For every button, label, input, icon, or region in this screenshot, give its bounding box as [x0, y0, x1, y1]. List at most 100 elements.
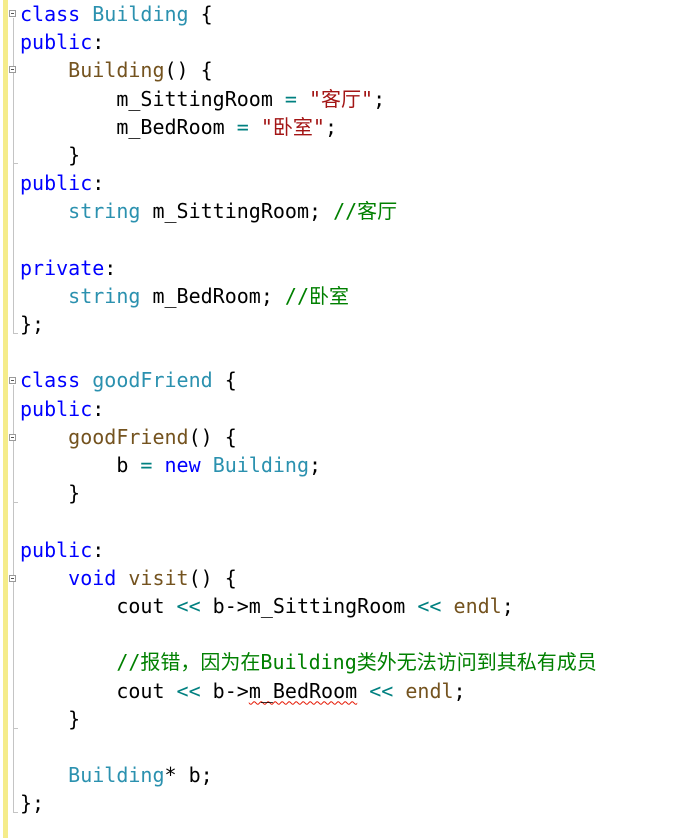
- code-token: :: [92, 30, 105, 55]
- code-line[interactable]: Building() {: [20, 56, 597, 84]
- identifier-token: Building: [68, 58, 165, 83]
- identifier-token: visit: [128, 565, 189, 590]
- operator-token: <<: [176, 678, 201, 703]
- code-line[interactable]: cout << b->m_SittingRoom << endl;: [20, 592, 597, 620]
- identifier-token: goodFriend: [68, 424, 189, 449]
- type-token: Building: [212, 453, 310, 477]
- collapse-constructor-building-icon[interactable]: [9, 66, 16, 73]
- identifier-token: endl: [453, 593, 502, 618]
- fold-end-tick: [13, 728, 18, 729]
- code-token: :: [92, 537, 105, 562]
- operator-token: =: [236, 114, 249, 139]
- operator-token: <<: [176, 593, 201, 618]
- code-token: };: [20, 791, 45, 816]
- operator-token: =: [140, 453, 153, 477]
- code-token: b->m_SittingRoom: [200, 593, 418, 618]
- type-token: Building: [68, 763, 165, 788]
- code-token: :: [92, 171, 105, 196]
- type-token: Building: [92, 2, 189, 26]
- fold-end-tick: [13, 333, 18, 334]
- code-line[interactable]: class goodFriend {: [20, 366, 597, 394]
- code-line[interactable]: //报错，因为在Building类外无法访问到其私有成员: [20, 648, 597, 676]
- code-token: :: [92, 396, 105, 421]
- code-token: ;: [324, 114, 337, 139]
- code-token: ;: [309, 453, 322, 477]
- change-tracking-bar: [3, 0, 8, 838]
- code-line[interactable]: public:: [20, 536, 597, 564]
- keyword-token: private: [20, 255, 105, 280]
- keyword-token: public: [20, 396, 93, 421]
- code-line[interactable]: void visit() {: [20, 564, 597, 592]
- code-line[interactable]: public:: [20, 28, 597, 56]
- fold-end-tick: [13, 163, 18, 164]
- code-line[interactable]: string m_BedRoom; //卧室: [20, 282, 597, 310]
- comment-token: //卧室: [284, 283, 350, 308]
- code-line[interactable]: class Building {: [20, 0, 597, 28]
- code-token: ;: [373, 86, 386, 111]
- code-line[interactable]: string m_SittingRoom; //客厅: [20, 197, 597, 225]
- code-line[interactable]: ​: [20, 620, 597, 648]
- keyword-token: class: [20, 368, 81, 393]
- collapse-constructor-goodfriend-icon[interactable]: [9, 434, 16, 441]
- code-line[interactable]: ​: [20, 507, 597, 535]
- code-token: ;: [501, 593, 514, 618]
- code-token: {: [188, 2, 213, 26]
- code-line[interactable]: public:: [20, 169, 597, 197]
- code-line[interactable]: Building* b;: [20, 761, 597, 789]
- code-line[interactable]: cout << b->m_BedRoom << endl;: [20, 677, 597, 705]
- code-line[interactable]: goodFriend() {: [20, 423, 597, 451]
- code-line[interactable]: private:: [20, 254, 597, 282]
- code-line[interactable]: }: [20, 141, 597, 169]
- code-text-area[interactable]: class Building {public: Building() { m_S…: [20, 0, 597, 817]
- fold-end-tick: [13, 502, 18, 503]
- code-token: b: [20, 453, 141, 477]
- keyword-token: public: [20, 171, 93, 196]
- collapse-class-goodfriend-icon[interactable]: [9, 377, 16, 384]
- fold-region-line: [13, 385, 14, 812]
- code-token: };: [20, 312, 45, 337]
- code-line[interactable]: m_BedRoom = "卧室";: [20, 113, 597, 141]
- code-line[interactable]: }: [20, 705, 597, 733]
- code-line[interactable]: public:: [20, 395, 597, 423]
- code-token: ;: [453, 678, 466, 703]
- type-token: goodFriend: [92, 368, 213, 393]
- code-token: () {: [188, 424, 237, 449]
- string-literal-token: "卧室": [260, 114, 325, 139]
- operator-token: <<: [417, 593, 442, 618]
- operator-token: =: [284, 86, 297, 111]
- keyword-token: public: [20, 537, 93, 562]
- comment-token: //报错，因为在Building类外无法访问到其私有成员: [116, 650, 597, 675]
- code-token: () {: [188, 565, 237, 590]
- code-token: m_BedRoom;: [140, 283, 285, 308]
- collapse-visit-method-icon[interactable]: [9, 575, 16, 582]
- code-line[interactable]: b = new Building;: [20, 451, 597, 479]
- fold-end-tick: [13, 812, 18, 813]
- code-token: }: [20, 142, 81, 167]
- code-line[interactable]: m_SittingRoom = "客厅";: [20, 85, 597, 113]
- code-line[interactable]: };: [20, 789, 597, 817]
- code-line[interactable]: ​: [20, 338, 597, 366]
- code-line[interactable]: ​: [20, 226, 597, 254]
- identifier-token: endl: [405, 678, 454, 703]
- string-literal-token: "客厅": [309, 86, 374, 111]
- code-line[interactable]: };: [20, 310, 597, 338]
- comment-token: //客厅: [333, 199, 398, 224]
- collapse-class-building-icon[interactable]: [9, 10, 16, 17]
- code-token: m_BedRoom: [20, 114, 237, 139]
- code-line[interactable]: }: [20, 479, 597, 507]
- code-line[interactable]: ​: [20, 733, 597, 761]
- code-token: {: [212, 368, 237, 393]
- keyword-token: public: [20, 30, 93, 55]
